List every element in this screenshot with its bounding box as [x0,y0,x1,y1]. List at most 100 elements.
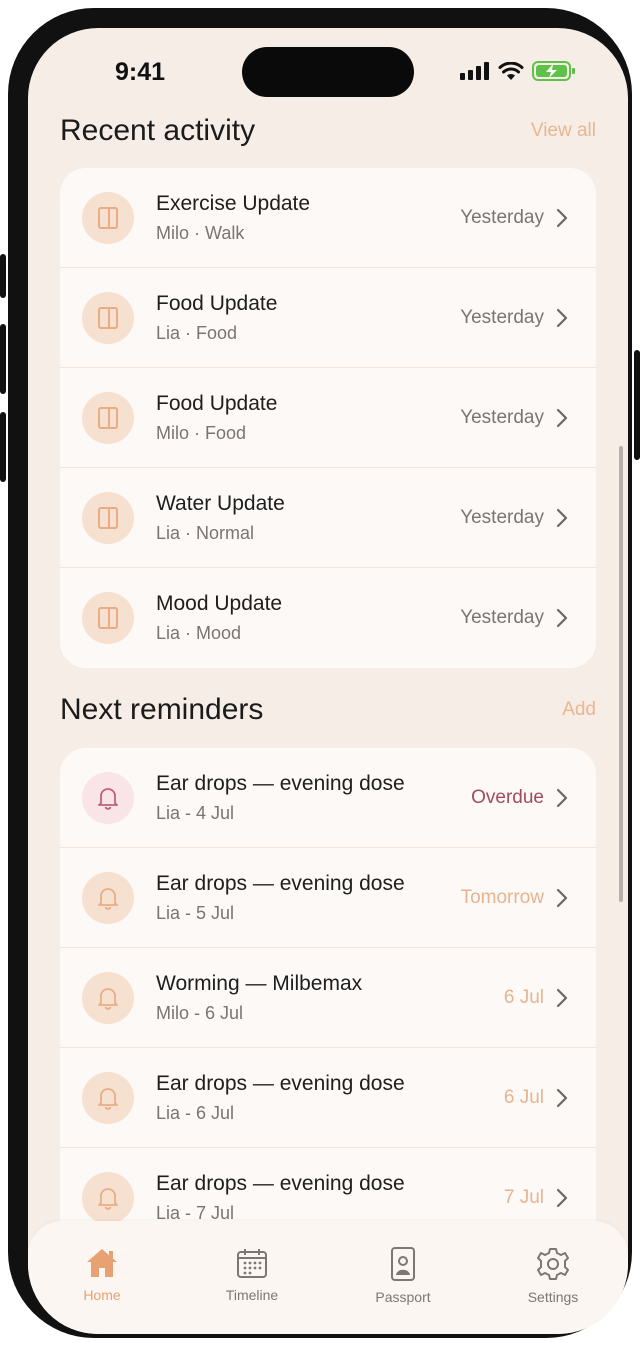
signal-icon [460,62,489,80]
chevron-right-icon [556,1188,568,1208]
bell-icon [98,788,118,810]
recent-activity-card: Exercise Update Milo · Walk Yesterday Food … [60,168,596,668]
row-title: Exercise Update [156,192,311,215]
tab-settings[interactable]: Settings [493,1247,613,1305]
row-date: 7 Jul [503,1187,544,1208]
recent-activity-header: Recent activity View all [60,114,596,148]
activity-row[interactable]: Exercise Update Milo · Walk Yesterday [60,168,596,268]
activity-row[interactable]: Food Update Milo · Food Yesterday [60,368,596,468]
volume-up-button [0,324,6,394]
row-title: Worming — Milbemax [156,972,363,995]
row-date: Overdue [471,787,544,808]
tab-timeline-label: Timeline [225,1287,279,1303]
row-icon-badge [82,192,134,244]
status-time: 9:41 [114,58,166,86]
row-date: Yesterday [460,307,544,328]
next-reminders-header: Next reminders Add [60,693,596,727]
reminder-row[interactable]: Ear drops — evening dose Lia - 5 Jul Tomor… [60,848,596,948]
row-date: Tomorrow [460,887,544,908]
scrollbar[interactable] [619,446,623,902]
add-reminder-link[interactable]: Add [562,699,596,721]
row-icon-badge [82,392,134,444]
row-icon-badge [82,972,134,1024]
tab-bar: Home Timeline Passport Settings [28,1221,628,1334]
chevron-right-icon [556,788,568,808]
notebook-icon [98,407,118,429]
chevron-right-icon [556,308,568,328]
row-title: Food Update [156,392,278,415]
power-button [634,350,640,460]
tab-home-label: Home [83,1287,121,1303]
row-title: Ear drops — evening dose [156,872,405,895]
row-icon-badge [82,772,134,824]
tab-passport-label: Passport [375,1289,431,1305]
row-icon-badge [82,292,134,344]
reminder-row[interactable]: Worming — Milbemax Milo - 6 Jul 6 Jul [60,948,596,1048]
row-icon-badge [82,492,134,544]
view-all-link[interactable]: View all [531,120,596,142]
row-subtitle: Lia · Food [156,323,238,343]
calendar-icon [237,1249,267,1278]
notebook-icon [98,607,118,629]
notebook-icon [98,207,118,229]
chevron-right-icon [556,208,568,228]
reminder-row[interactable]: Ear drops — evening dose Lia - 4 Jul Overd… [60,748,596,848]
row-date: Yesterday [460,207,544,228]
row-date: Yesterday [460,407,544,428]
row-icon-badge [82,1072,134,1124]
activity-row[interactable]: Water Update Lia · Normal Yesterday [60,468,596,568]
mute-switch [0,254,6,298]
dynamic-island [242,47,414,97]
phone-frame: 9:41 Recent activity View all Exercise U… [0,8,640,1338]
wifi-icon [498,61,524,80]
row-subtitle: Milo · Walk [156,223,245,243]
row-icon-badge [82,1172,134,1224]
row-subtitle: Lia · Normal [156,523,255,543]
bell-icon [98,988,118,1010]
app-screen: 9:41 Recent activity View all Exercise U… [28,28,628,1334]
row-title: Ear drops — evening dose [156,772,405,795]
next-reminders-card: Ear drops — evening dose Lia - 4 Jul Overd… [60,748,596,1268]
recent-activity-title: Recent activity [60,114,256,147]
chevron-right-icon [556,1088,568,1108]
row-date: Yesterday [460,507,544,528]
battery-icon [532,61,575,81]
next-reminders-title: Next reminders [60,693,264,726]
bell-icon [98,1188,118,1210]
tab-passport[interactable]: Passport [343,1247,463,1305]
reminder-row[interactable]: Ear drops — evening dose Lia - 6 Jul 6 Jul [60,1048,596,1148]
row-title: Mood Update [156,592,283,615]
notebook-icon [98,307,118,329]
row-title: Water Update [156,492,285,515]
row-subtitle: Milo - 6 Jul [156,1003,244,1023]
chevron-right-icon [556,408,568,428]
row-subtitle: Lia - 5 Jul [156,903,235,923]
tab-timeline[interactable]: Timeline [192,1247,312,1303]
row-title: Ear drops — evening dose [156,1072,405,1095]
volume-down-button [0,412,6,482]
tab-home[interactable]: Home [42,1247,162,1303]
row-subtitle: Lia · Mood [156,623,242,643]
row-date: 6 Jul [503,987,544,1008]
row-icon-badge [82,872,134,924]
chevron-right-icon [556,888,568,908]
notebook-icon [98,507,118,529]
chevron-right-icon [556,608,568,628]
row-icon-badge [82,592,134,644]
bell-icon [98,1088,118,1110]
passport-icon [391,1247,415,1281]
gear-icon [537,1248,569,1280]
home-icon [87,1249,117,1277]
row-subtitle: Lia - 6 Jul [156,1103,235,1123]
activity-row[interactable]: Mood Update Lia · Mood Yesterday [60,568,596,668]
chevron-right-icon [556,508,568,528]
chevron-right-icon [556,988,568,1008]
row-date: Yesterday [460,607,544,628]
status-icons [460,61,576,81]
row-subtitle: Milo · Food [156,423,247,443]
row-title: Ear drops — evening dose [156,1172,405,1195]
activity-row[interactable]: Food Update Lia · Food Yesterday [60,268,596,368]
row-subtitle: Lia - 4 Jul [156,803,235,823]
row-date: 6 Jul [503,1087,544,1108]
tab-settings-label: Settings [527,1289,579,1305]
